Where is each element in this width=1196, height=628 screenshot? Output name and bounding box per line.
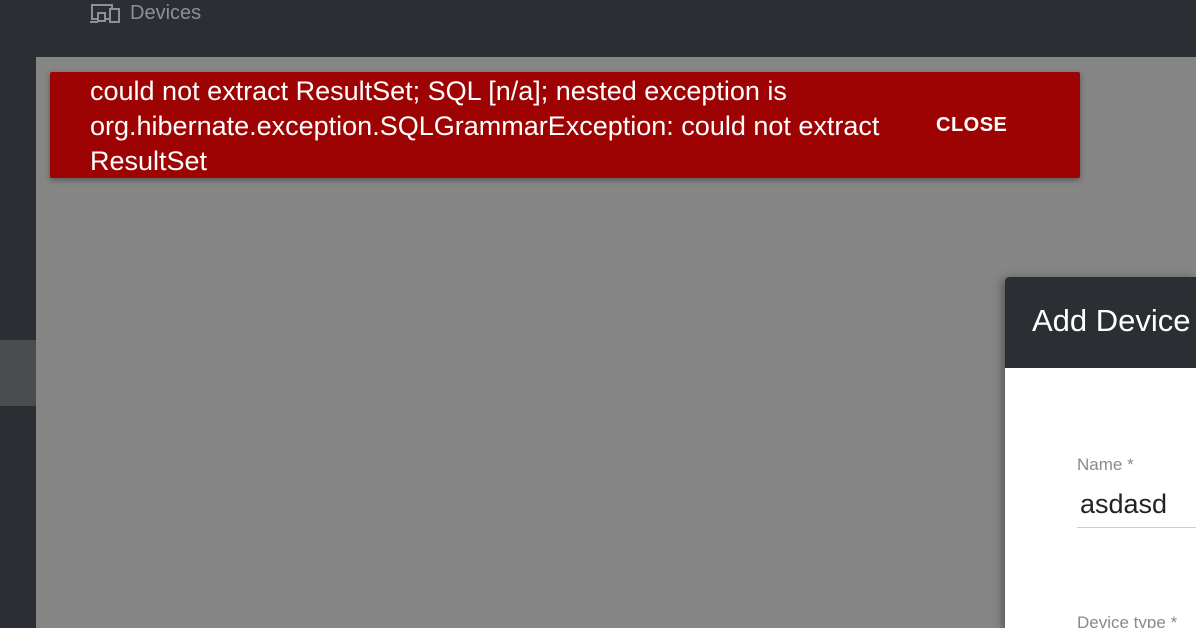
name-label-text: Name: [1077, 455, 1123, 474]
close-button[interactable]: CLOSE: [930, 110, 1013, 141]
required-mark: *: [1170, 613, 1178, 628]
dialog-title: Add Device: [1032, 303, 1191, 338]
name-input[interactable]: [1080, 489, 1196, 520]
sidebar-item-active[interactable]: [0, 340, 36, 406]
error-message: could not extract ResultSet; SQL [n/a]; …: [90, 76, 880, 176]
devices-icon: [90, 1, 124, 25]
top-app-bar: Devices: [0, 0, 1196, 57]
dialog-header: Add Device: [1005, 277, 1196, 368]
name-field-label: Name *: [1077, 455, 1134, 475]
breadcrumb-label: Devices: [130, 1, 202, 24]
required-mark: *: [1127, 455, 1134, 474]
name-input-underline: [1077, 527, 1196, 528]
device-type-field-label[interactable]: Device type *: [1077, 613, 1177, 628]
add-device-dialog: Add Device Name * Device type *: [1005, 277, 1196, 628]
device-type-label-text: Device type: [1077, 613, 1166, 628]
breadcrumb[interactable]: Devices: [90, 0, 201, 28]
error-snackbar: could not extract ResultSet; SQL [n/a]; …: [50, 72, 1080, 178]
